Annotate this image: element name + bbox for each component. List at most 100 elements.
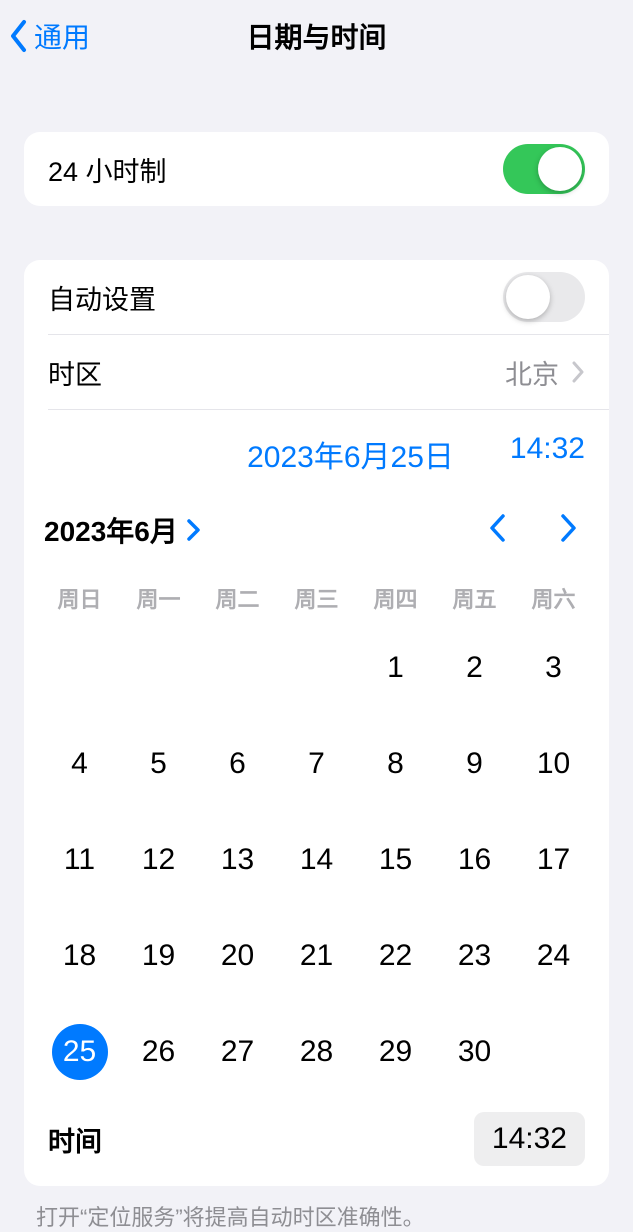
calendar-day[interactable]: 17 bbox=[514, 812, 593, 908]
calendar-day[interactable]: 13 bbox=[198, 812, 277, 908]
calendar-day[interactable]: 9 bbox=[435, 716, 514, 812]
calendar-day-label: 11 bbox=[52, 832, 108, 888]
weekday-header: 周日 bbox=[40, 576, 119, 620]
row-24-hour: 24 小时制 bbox=[24, 132, 609, 206]
calendar-day-label: 8 bbox=[368, 736, 424, 792]
weekday-header: 周四 bbox=[356, 576, 435, 620]
calendar-week-row: 18 19 20 21 22 23 24 bbox=[40, 908, 593, 1004]
calendar-day[interactable]: 21 bbox=[277, 908, 356, 1004]
weekday-header: 周六 bbox=[514, 576, 593, 620]
calendar-week-row: 25 26 27 28 29 30 bbox=[40, 1004, 593, 1100]
selected-time[interactable]: 14:32 bbox=[510, 432, 585, 476]
chevron-right-icon bbox=[571, 361, 585, 383]
calendar-day[interactable]: 29 bbox=[356, 1004, 435, 1100]
calendar-day[interactable]: 6 bbox=[198, 716, 277, 812]
calendar-day[interactable]: 12 bbox=[119, 812, 198, 908]
calendar-day-label: 25 bbox=[52, 1024, 108, 1080]
calendar-day-label: 12 bbox=[131, 832, 187, 888]
calendar-day-label: 21 bbox=[289, 928, 345, 984]
calendar-day[interactable]: 15 bbox=[356, 812, 435, 908]
calendar-day[interactable]: 10 bbox=[514, 716, 593, 812]
row-label-auto-set: 自动设置 bbox=[48, 278, 156, 317]
calendar-day[interactable]: 22 bbox=[356, 908, 435, 1004]
switch-24-hour[interactable] bbox=[503, 144, 585, 194]
calendar-day[interactable]: 8 bbox=[356, 716, 435, 812]
calendar-day-label: 7 bbox=[289, 736, 345, 792]
calendar-day[interactable]: 7 bbox=[277, 716, 356, 812]
calendar-day[interactable]: 2 bbox=[435, 620, 514, 716]
calendar-day[interactable]: 18 bbox=[40, 908, 119, 1004]
calendar-week-row: 456789 10 bbox=[40, 716, 593, 812]
calendar-day-label: 24 bbox=[526, 928, 582, 984]
calendar-day[interactable]: 3 bbox=[514, 620, 593, 716]
month-year-button[interactable]: 2023年6月 bbox=[44, 510, 202, 550]
calendar-day-label: 14 bbox=[289, 832, 345, 888]
calendar-day[interactable]: 28 bbox=[277, 1004, 356, 1100]
calendar-day[interactable]: 30 bbox=[435, 1004, 514, 1100]
next-month-button[interactable] bbox=[557, 512, 579, 549]
calendar-day[interactable]: 14 bbox=[277, 812, 356, 908]
calendar-day[interactable]: 19 bbox=[119, 908, 198, 1004]
calendar-day-label: 20 bbox=[210, 928, 266, 984]
calendar-day-label: 22 bbox=[368, 928, 424, 984]
row-auto-set: 自动设置 bbox=[24, 260, 609, 334]
calendar-day[interactable]: 26 bbox=[119, 1004, 198, 1100]
calendar-day[interactable]: 11 bbox=[40, 812, 119, 908]
calendar-day-label: 26 bbox=[131, 1024, 187, 1080]
weekday-header: 周二 bbox=[198, 576, 277, 620]
weekday-header-row: 周日周一周二周三周四周五周六 bbox=[40, 576, 593, 620]
calendar-day-label: 29 bbox=[368, 1024, 424, 1080]
time-label: 时间 bbox=[48, 1120, 102, 1159]
time-picker[interactable]: 14:32 bbox=[474, 1112, 585, 1166]
switch-knob bbox=[538, 147, 582, 191]
page-title: 日期与时间 bbox=[0, 16, 633, 56]
calendar-day-label: 13 bbox=[210, 832, 266, 888]
calendar-day-label: 9 bbox=[447, 736, 503, 792]
weekday-header: 周五 bbox=[435, 576, 514, 620]
calendar-day-label: 19 bbox=[131, 928, 187, 984]
footer-note: 打开“定位服务”将提高自动时区准确性。 bbox=[36, 1200, 597, 1232]
calendar-day-label: 27 bbox=[210, 1024, 266, 1080]
calendar-day-label: 15 bbox=[368, 832, 424, 888]
calendar-day-label: 30 bbox=[447, 1024, 503, 1080]
row-label-24-hour: 24 小时制 bbox=[48, 150, 167, 189]
back-button[interactable]: 通用 bbox=[8, 16, 90, 56]
chevron-right-icon bbox=[557, 512, 579, 544]
row-timezone[interactable]: 时区 北京 bbox=[24, 335, 609, 409]
chevron-left-icon bbox=[487, 512, 509, 544]
calendar-week-row: 11 12 13 14 15 1617 bbox=[40, 812, 593, 908]
calendar-day[interactable]: 23 bbox=[435, 908, 514, 1004]
calendar-day-label: 1 bbox=[368, 640, 424, 696]
row-label-timezone: 时区 bbox=[48, 353, 102, 392]
prev-month-button[interactable] bbox=[487, 512, 509, 549]
chevron-left-icon bbox=[8, 18, 30, 54]
weekday-header: 周一 bbox=[119, 576, 198, 620]
calendar-day[interactable]: 5 bbox=[119, 716, 198, 812]
calendar-week-row: 123 bbox=[40, 620, 593, 716]
calendar-day-label: 23 bbox=[447, 928, 503, 984]
calendar-day-label: 18 bbox=[52, 928, 108, 984]
calendar-day-label: 4 bbox=[52, 736, 108, 792]
selected-date[interactable]: 2023年6月25日 bbox=[247, 432, 454, 476]
calendar-day[interactable]: 16 bbox=[435, 812, 514, 908]
calendar-day-label: 10 bbox=[526, 736, 582, 792]
switch-auto-set[interactable] bbox=[503, 272, 585, 322]
calendar-day[interactable]: 27 bbox=[198, 1004, 277, 1100]
calendar-day[interactable]: 24 bbox=[514, 908, 593, 1004]
calendar-day[interactable]: 1 bbox=[356, 620, 435, 716]
calendar-day-label: 2 bbox=[447, 640, 503, 696]
calendar-day-label: 16 bbox=[447, 832, 503, 888]
selected-datetime-row: 2023年6月25日 14:32 bbox=[24, 410, 609, 494]
calendar-grid: 1234567891011121314151617181920212223242… bbox=[40, 620, 593, 1100]
chevron-right-icon bbox=[186, 518, 202, 542]
weekday-header: 周三 bbox=[277, 576, 356, 620]
back-label: 通用 bbox=[34, 16, 90, 56]
calendar-day[interactable]: 4 bbox=[40, 716, 119, 812]
calendar-day[interactable]: 25 bbox=[40, 1004, 119, 1100]
calendar-day[interactable]: 20 bbox=[198, 908, 277, 1004]
switch-knob bbox=[506, 275, 550, 319]
calendar-day-label: 28 bbox=[289, 1024, 345, 1080]
calendar-day-label: 5 bbox=[131, 736, 187, 792]
month-year-label: 2023年6月 bbox=[44, 510, 178, 550]
calendar-day-label: 6 bbox=[210, 736, 266, 792]
